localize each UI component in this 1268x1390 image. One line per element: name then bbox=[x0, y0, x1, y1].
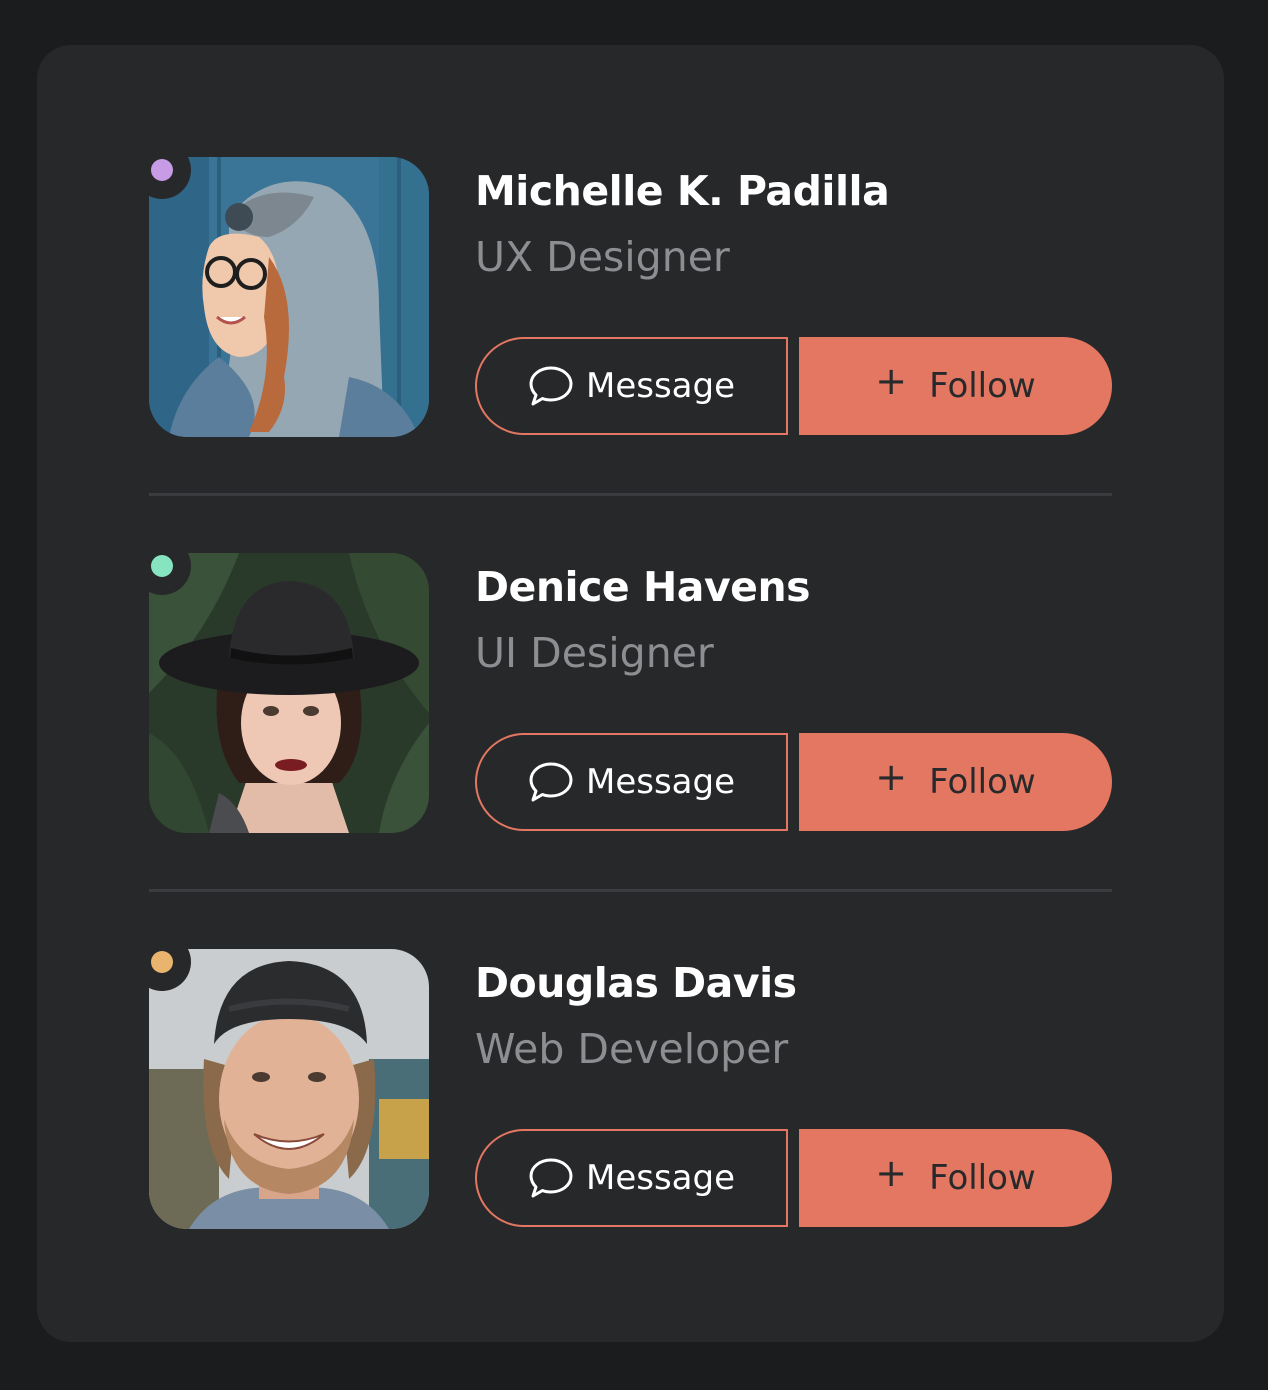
status-indicator bbox=[133, 537, 191, 595]
status-dot bbox=[151, 951, 173, 973]
divider bbox=[149, 493, 1112, 496]
profile-name: Douglas Davis bbox=[475, 959, 797, 1007]
follow-button[interactable]: + Follow bbox=[799, 1129, 1112, 1227]
profile-name: Michelle K. Padilla bbox=[475, 167, 890, 215]
follow-button-label: Follow bbox=[929, 366, 1036, 406]
chat-bubble-icon bbox=[529, 762, 573, 802]
follow-button[interactable]: + Follow bbox=[799, 337, 1112, 435]
profile-role: Web Developer bbox=[475, 1025, 789, 1073]
avatar[interactable] bbox=[149, 157, 429, 437]
message-button-label: Message bbox=[585, 366, 735, 406]
avatar[interactable] bbox=[149, 949, 429, 1229]
profile-name: Denice Havens bbox=[475, 563, 811, 611]
follow-button[interactable]: + Follow bbox=[799, 733, 1112, 831]
status-dot bbox=[151, 159, 173, 181]
avatar-photo-man-cap bbox=[149, 949, 429, 1229]
chat-bubble-icon bbox=[529, 1158, 573, 1198]
profile-list-card: Michelle K. Padilla UX Designer Message … bbox=[37, 45, 1224, 1342]
avatar-container bbox=[133, 933, 429, 1229]
divider bbox=[149, 889, 1112, 892]
status-dot bbox=[151, 555, 173, 577]
avatar-container bbox=[133, 537, 429, 833]
avatar-photo-woman-hat bbox=[149, 553, 429, 833]
profile-role: UI Designer bbox=[475, 629, 714, 677]
message-button[interactable]: Message bbox=[475, 337, 788, 435]
status-indicator bbox=[133, 933, 191, 991]
plus-icon: + bbox=[875, 359, 908, 403]
plus-icon: + bbox=[875, 1151, 908, 1195]
avatar-container bbox=[133, 141, 429, 437]
follow-button-label: Follow bbox=[929, 762, 1036, 802]
status-indicator bbox=[133, 141, 191, 199]
avatar[interactable] bbox=[149, 553, 429, 833]
profile-item: Douglas Davis Web Developer Message + Fo… bbox=[133, 933, 1112, 1229]
profile-item: Denice Havens UI Designer Message + Foll… bbox=[133, 537, 1112, 833]
profile-item: Michelle K. Padilla UX Designer Message … bbox=[133, 141, 1112, 437]
plus-icon: + bbox=[875, 755, 908, 799]
message-button-label: Message bbox=[585, 762, 735, 802]
avatar-photo-woman-hoodie bbox=[149, 157, 429, 437]
message-button[interactable]: Message bbox=[475, 1129, 788, 1227]
chat-bubble-icon bbox=[529, 366, 573, 406]
message-button[interactable]: Message bbox=[475, 733, 788, 831]
follow-button-label: Follow bbox=[929, 1158, 1036, 1198]
profile-role: UX Designer bbox=[475, 233, 730, 281]
message-button-label: Message bbox=[585, 1158, 735, 1198]
